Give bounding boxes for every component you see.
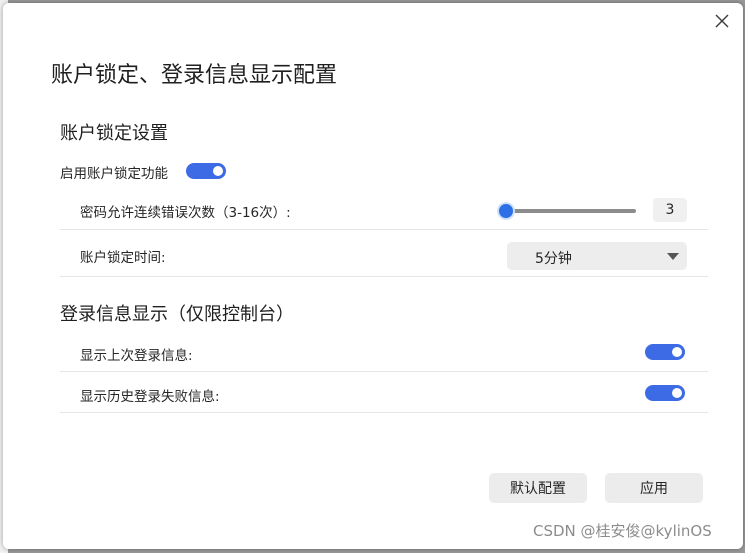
dialog-title: 账户锁定、登录信息显示配置 (51, 63, 338, 88)
attempts-slider-track[interactable] (503, 209, 636, 213)
login-section-title: 登录信息显示（仅限控制台） (60, 304, 294, 325)
close-button[interactable] (708, 7, 736, 35)
failed-login-switch[interactable] (645, 385, 685, 401)
attempts-value-box[interactable]: 3 (653, 198, 687, 222)
switch-knob (672, 388, 682, 398)
watermark: CSDN @桂安俊@kylinOS (533, 522, 712, 540)
switch-knob (672, 347, 682, 357)
switch-knob (213, 166, 223, 176)
attempts-label: 密码允许连续错误次数（3-16次）: (80, 205, 291, 221)
default-config-button[interactable]: 默认配置 (489, 473, 587, 503)
divider (60, 371, 708, 372)
failed-login-label: 显示历史登录失败信息: (80, 389, 220, 405)
lock-config-dialog: 账户锁定、登录信息显示配置 账户锁定设置 启用账户锁定功能 密码允许连续错误次数… (3, 3, 743, 549)
duration-select-value: 5分钟 (535, 251, 572, 267)
lock-section-title: 账户锁定设置 (60, 123, 168, 144)
divider (60, 276, 708, 277)
divider (60, 412, 708, 413)
duration-label: 账户锁定时间: (80, 250, 166, 266)
divider (60, 229, 708, 230)
last-login-label: 显示上次登录信息: (80, 348, 193, 364)
chevron-down-icon (667, 253, 679, 260)
enable-lock-switch[interactable] (186, 163, 226, 179)
last-login-switch[interactable] (645, 344, 685, 360)
enable-lock-label: 启用账户锁定功能 (60, 166, 168, 182)
attempts-slider-handle[interactable] (499, 204, 513, 218)
duration-select[interactable]: 5分钟 (507, 242, 687, 270)
close-icon (715, 14, 729, 28)
apply-button[interactable]: 应用 (605, 473, 703, 503)
